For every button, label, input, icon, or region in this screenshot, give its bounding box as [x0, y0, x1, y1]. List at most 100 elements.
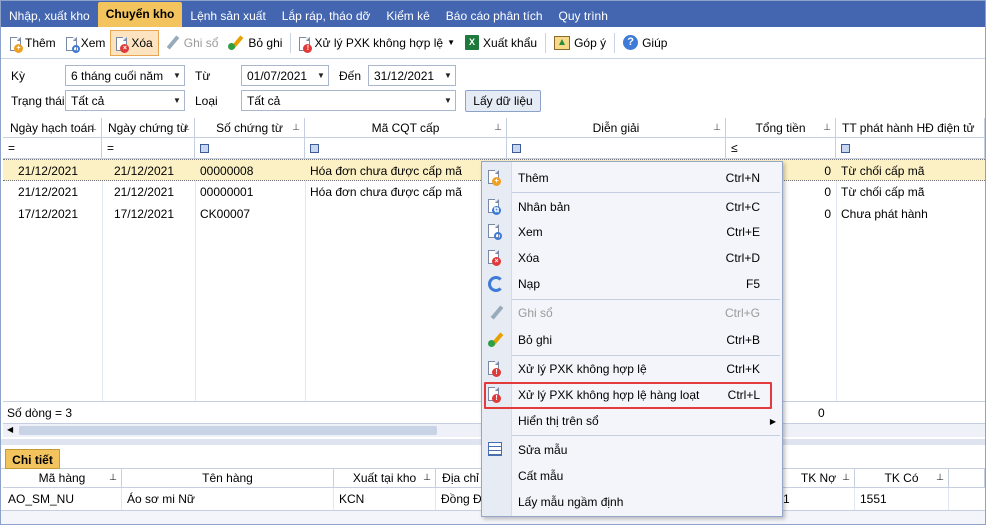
feedback-button[interactable]: Góp ý [549, 30, 611, 56]
pin-icon[interactable]: ⊥ [494, 122, 502, 133]
menu-item-save-template[interactable]: Cất mẫu [482, 464, 782, 488]
detail-col-header-address[interactable]: Địa chỉ [436, 469, 486, 488]
filter-cell-doc-no[interactable] [195, 138, 305, 159]
tab-lenh-san-xuat[interactable]: Lệnh sản xuất [182, 5, 273, 27]
period-select[interactable]: 6 tháng cuối năm ▼ [65, 65, 185, 86]
menu-separator [512, 192, 780, 193]
detail-cell-warehouse[interactable]: KCN [334, 488, 436, 510]
pin-icon[interactable]: ⊥ [713, 122, 721, 133]
detail-col-header-item-name[interactable]: Tên hàng [122, 469, 334, 488]
menu-item-edit-template[interactable]: Sửa mẫu [482, 438, 782, 462]
help-button[interactable]: ? Giúp [618, 30, 672, 56]
col-header-total[interactable]: Tổng tiền ⊥ [726, 118, 836, 138]
pin-icon[interactable]: ⊥ [936, 472, 944, 483]
pin-icon[interactable]: ⊥ [292, 122, 300, 133]
highlight-box [484, 382, 772, 409]
filter-checkbox-icon[interactable] [841, 143, 850, 153]
filter-cell-einvoice-status[interactable] [836, 138, 985, 159]
view-button[interactable]: Xem [61, 30, 111, 56]
filter-checkbox-icon[interactable] [310, 143, 319, 153]
col-header-label: Xuất tại kho [352, 471, 417, 485]
menu-item-reload[interactable]: Nạp F5 [482, 272, 782, 296]
cell-doc-no: CK00007 [200, 207, 251, 221]
tab-chuyen-kho[interactable]: Chuyển kho [97, 2, 183, 27]
view-document-icon [488, 224, 502, 240]
add-button-label: Thêm [25, 35, 56, 50]
pin-icon[interactable]: ⊥ [423, 472, 431, 483]
menu-separator [512, 299, 780, 300]
chevron-down-icon[interactable]: ▼ [447, 38, 455, 47]
col-header-label: TK Có [884, 471, 919, 485]
detail-col-header-warehouse[interactable]: Xuất tại kho ⊥ [334, 469, 436, 488]
col-header-description[interactable]: Diễn giải ⊥ [507, 118, 726, 138]
tab-lap-rap-thao-do[interactable]: Lắp ráp, tháo dỡ [274, 5, 379, 27]
menu-item-duplicate[interactable]: ⧉ Nhân bản Ctrl+C [482, 195, 782, 219]
col-header-einvoice-status[interactable]: TT phát hành HĐ điện tử [836, 118, 985, 138]
delete-button[interactable]: × Xóa [110, 29, 159, 56]
toolbar: + Thêm Xem × Xóa Ghi sổ Bỏ ghi ! Xử lý P… [1, 27, 985, 59]
col-header-posting-date[interactable]: Ngày hạch toán ⊥ [3, 118, 102, 138]
help-icon: ? [623, 35, 639, 50]
col-header-label: Mã CQT cấp [371, 120, 440, 135]
menu-item-delete[interactable]: × Xóa Ctrl+D [482, 246, 782, 270]
filter-checkbox-icon[interactable] [512, 143, 521, 153]
pin-icon[interactable]: ⊥ [842, 472, 850, 483]
tab-detail[interactable]: Chi tiết [5, 449, 60, 469]
tab-nhap-xuat-kho[interactable]: Nhập, xuất kho [1, 5, 98, 27]
col-header-doc-date[interactable]: Ngày chứng từ ⊥ [102, 118, 195, 138]
pin-icon[interactable]: ⊥ [823, 122, 831, 133]
detail-col-header-credit[interactable]: TK Có ⊥ [855, 469, 949, 488]
delete-button-label: Xóa [131, 35, 153, 50]
menu-item-default-template[interactable]: Lấy mẫu ngầm định [482, 490, 782, 514]
chevron-down-icon: ▼ [173, 71, 181, 80]
menu-item-shortcut: Ctrl+B [726, 333, 760, 347]
col-header-doc-no[interactable]: Số chứng từ ⊥ [195, 118, 305, 138]
scroll-left-icon[interactable]: ◀ [7, 425, 13, 434]
detail-cell-item-name[interactable]: Áo sơ mi Nữ [122, 488, 334, 510]
tab-quy-trinh[interactable]: Quy trình [551, 5, 616, 27]
export-button[interactable]: X Xuất khẩu [460, 30, 542, 56]
menu-item-view[interactable]: Xem Ctrl+E [482, 220, 782, 244]
menu-separator [512, 435, 780, 436]
col-header-tax-code[interactable]: Mã CQT cấp ⊥ [305, 118, 507, 138]
filter-cell-description[interactable] [507, 138, 726, 159]
feedback-icon [554, 35, 571, 50]
pin-icon[interactable]: ⊥ [89, 122, 97, 133]
filter-cell-doc-date[interactable]: = [102, 138, 195, 159]
detail-cell-item-code[interactable]: AO_SM_NU [3, 488, 122, 510]
scrollbar-thumb[interactable] [19, 426, 437, 435]
pin-icon[interactable]: ⊥ [109, 472, 117, 483]
process-invalid-button[interactable]: ! Xử lý PXK không hợp lệ ▼ [294, 30, 460, 56]
menu-item-post[interactable]: Ghi sổ Ctrl+G [482, 301, 782, 325]
menu-item-label: Xử lý PXK không hợp lệ [518, 362, 647, 376]
from-date-field[interactable]: 01/07/2021 ▼ [241, 65, 329, 86]
detail-cell-credit[interactable]: 1551 [855, 488, 949, 510]
detail-col-header-debit[interactable]: TK Nợ ⊥ [783, 469, 855, 488]
unpost-button[interactable]: Bỏ ghi [223, 30, 287, 56]
detail-cell-debit[interactable]: 1 [783, 488, 855, 510]
detail-cell-address[interactable]: Đồng Đa [436, 488, 488, 510]
filter-cell-tax-code[interactable] [305, 138, 507, 159]
pin-icon[interactable]: ⊥ [182, 122, 190, 133]
add-button[interactable]: + Thêm [5, 30, 61, 56]
detail-col-header-item-code[interactable]: Mã hàng ⊥ [3, 469, 122, 488]
filter-cell-total[interactable]: ≤ [726, 138, 836, 159]
type-select[interactable]: Tất cả ▼ [241, 90, 456, 111]
post-button[interactable]: Ghi sổ [159, 30, 224, 56]
menu-item-process-invalid[interactable]: ! Xử lý PXK không hợp lệ Ctrl+K [482, 357, 782, 381]
menu-item-unpost[interactable]: Bỏ ghi Ctrl+B [482, 328, 782, 352]
from-date-value: 01/07/2021 [247, 68, 308, 83]
filter-cell-posting-date[interactable]: = [3, 138, 102, 159]
menu-item-label: Thêm [518, 171, 549, 185]
help-button-label: Giúp [642, 35, 668, 50]
status-select[interactable]: Tất cả ▼ [65, 90, 185, 111]
cell-doc-date: 17/12/2021 [113, 207, 174, 221]
to-date-field[interactable]: 31/12/2021 ▼ [368, 65, 456, 86]
menu-item-show-on-ledger[interactable]: Hiển thị trên sổ ▶ [482, 409, 782, 433]
app-window: Nhập, xuất kho Chuyển kho Lệnh sản xuất … [0, 0, 986, 525]
fetch-data-button[interactable]: Lấy dữ liệu [465, 90, 541, 112]
filter-checkbox-icon[interactable] [200, 143, 209, 153]
menu-item-add[interactable]: + Thêm Ctrl+N [482, 166, 782, 190]
tab-bao-cao-phan-tich[interactable]: Báo cáo phân tích [438, 5, 551, 27]
tab-kiem-ke[interactable]: Kiểm kê [378, 5, 437, 27]
